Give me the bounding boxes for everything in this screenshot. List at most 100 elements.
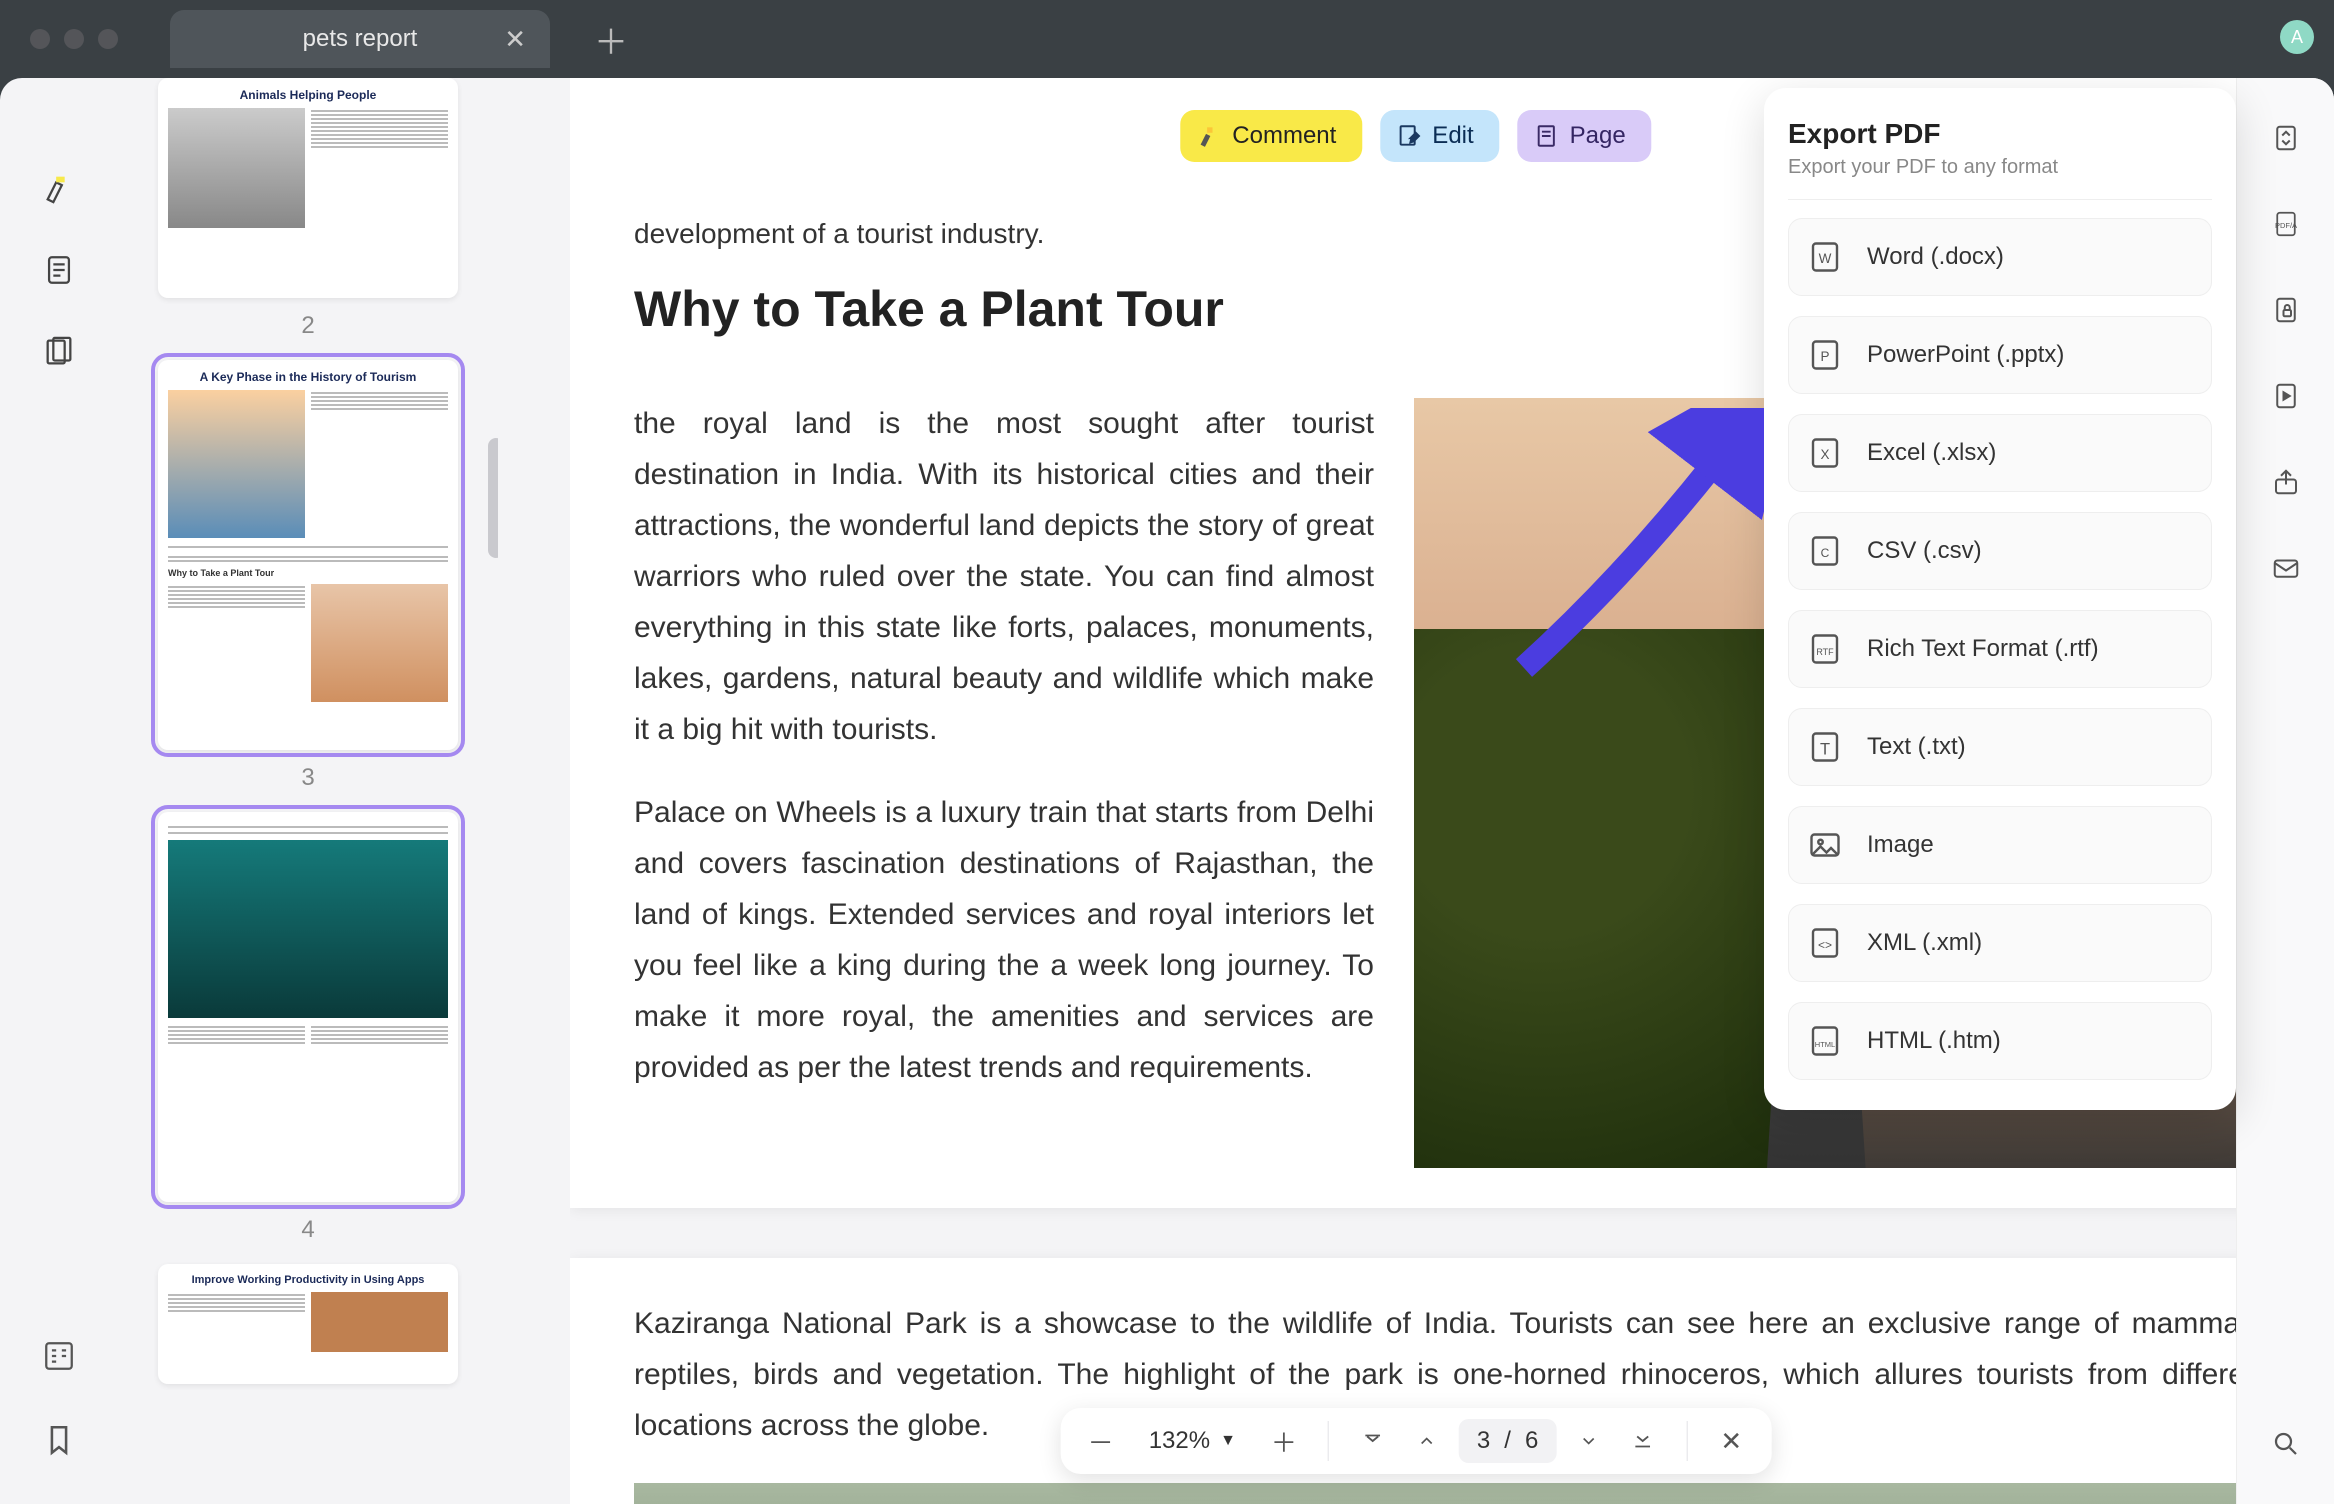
highlighter-icon [1196,123,1222,149]
page-thumbnail[interactable]: Animals Helping People 2 [158,78,458,340]
thumb-title: Improve Working Productivity in Using Ap… [168,1274,448,1286]
export-panel: Export PDF Export your PDF to any format… [1764,88,2236,1110]
svg-text:C: C [1821,546,1830,560]
export-label: XML (.xml) [1867,929,1982,957]
page-thumbnail[interactable]: Improve Working Productivity in Using Ap… [158,1264,458,1384]
prev-page-button[interactable] [1405,1419,1449,1463]
csv-icon: C [1807,533,1843,569]
export-label: Rich Text Format (.rtf) [1867,635,2099,663]
new-tab-button[interactable]: ＋ [594,15,628,64]
export-option-powerpoint[interactable]: P PowerPoint (.pptx) [1788,316,2212,394]
thumb-number: 3 [158,764,458,792]
thumbnail-panel: Animals Helping People 2 A Key Phase in … [118,78,498,1504]
search-icon[interactable] [2266,1424,2306,1464]
svg-text:PDF/A: PDF/A [2274,221,2296,230]
zoom-in-button[interactable]: ＋ [1262,1419,1306,1463]
comment-mode-button[interactable]: Comment [1180,110,1362,162]
thumb-number: 4 [158,1216,458,1244]
body-text: Palace on Wheels is a luxury train that … [634,787,1374,1093]
zoom-nav-toolbar: － 132% ▼ ＋ 3 / 6 ✕ [1061,1408,1772,1474]
first-page-button[interactable] [1351,1419,1395,1463]
annotation-arrow [1484,408,1764,713]
thumb-image [168,390,305,538]
highlighter-tool-icon[interactable] [39,168,79,208]
chevron-down-icon: ▼ [1220,1432,1236,1450]
edit-icon [1396,123,1422,149]
document-tab[interactable]: pets report ✕ [170,10,550,68]
share-icon[interactable] [2266,462,2306,502]
page-mode-button[interactable]: Page [1518,110,1652,162]
export-label: PowerPoint (.pptx) [1867,341,2064,369]
thumb-subtitle: Why to Take a Plant Tour [168,568,448,578]
export-option-image[interactable]: Image [1788,806,2212,884]
xml-icon: <> [1807,925,1843,961]
svg-text:X: X [1820,447,1829,462]
thumbnail-scrollbar[interactable] [488,438,498,558]
thumb-number: 2 [158,312,458,340]
close-tab-icon[interactable]: ✕ [504,24,526,55]
current-page: 3 [1477,1427,1490,1455]
page-sep: / [1504,1427,1511,1455]
export-label: Excel (.xlsx) [1867,439,1996,467]
export-label: Word (.docx) [1867,243,2004,271]
page-thumbnail[interactable]: 4 [158,812,458,1244]
page-organize-icon[interactable] [39,332,79,372]
export-title: Export PDF [1788,118,2212,150]
export-label: Image [1867,831,1934,859]
tab-title: pets report [303,25,418,53]
comment-label: Comment [1232,122,1336,150]
text-icon: T [1807,729,1843,765]
edit-label: Edit [1432,122,1473,150]
maximize-window-icon[interactable] [98,29,118,49]
slideshow-icon[interactable] [2266,376,2306,416]
svg-text:RTF: RTF [1816,647,1834,657]
excel-icon: X [1807,435,1843,471]
close-window-icon[interactable] [30,29,50,49]
minimize-window-icon[interactable] [64,29,84,49]
page-input[interactable]: 3 / 6 [1459,1419,1556,1463]
image-icon [1807,827,1843,863]
page-thumbnail[interactable]: A Key Phase in the History of Tourism Wh… [158,360,458,792]
thumb-title: Animals Helping People [168,88,448,102]
last-page-button[interactable] [1620,1419,1664,1463]
right-toolbar: PDF/A [2236,78,2334,1504]
export-label: HTML (.htm) [1867,1027,2001,1055]
export-option-word[interactable]: W Word (.docx) [1788,218,2212,296]
svg-text:W: W [1819,251,1832,266]
next-page-button[interactable] [1566,1419,1610,1463]
thumb-title: A Key Phase in the History of Tourism [168,370,448,384]
svg-text:<>: <> [1818,938,1832,952]
close-toolbar-button[interactable]: ✕ [1709,1419,1753,1463]
separator [1328,1421,1329,1461]
bookmark-icon[interactable] [39,1420,79,1460]
mail-icon[interactable] [2266,548,2306,588]
avatar-initial: A [2291,27,2303,48]
export-option-html[interactable]: HTML HTML (.htm) [1788,1002,2212,1080]
export-option-xml[interactable]: <> XML (.xml) [1788,904,2212,982]
export-option-txt[interactable]: T Text (.txt) [1788,708,2212,786]
pdfa-icon[interactable]: PDF/A [2266,204,2306,244]
zoom-out-button[interactable]: － [1079,1419,1123,1463]
edit-mode-button[interactable]: Edit [1380,110,1499,162]
svg-text:P: P [1820,349,1829,364]
page-icon [1534,123,1560,149]
left-toolbar [0,78,118,1504]
total-pages: 6 [1525,1427,1538,1455]
thumb-image [311,584,448,702]
body-column: the royal land is the most sought after … [634,398,1374,1168]
powerpoint-icon: P [1807,337,1843,373]
form-tool-icon[interactable] [39,250,79,290]
properties-icon[interactable] [39,1336,79,1376]
zoom-value: 132% [1149,1427,1210,1455]
thumb-image [311,1292,448,1352]
export-subtitle: Export your PDF to any format [1788,156,2212,200]
thumb-image [168,108,305,228]
export-option-csv[interactable]: C CSV (.csv) [1788,512,2212,590]
convert-icon[interactable] [2266,118,2306,158]
user-avatar[interactable]: A [2280,20,2314,54]
export-option-excel[interactable]: X Excel (.xlsx) [1788,414,2212,492]
page-label: Page [1570,122,1626,150]
zoom-level[interactable]: 132% ▼ [1133,1427,1252,1455]
protect-icon[interactable] [2266,290,2306,330]
export-option-rtf[interactable]: RTF Rich Text Format (.rtf) [1788,610,2212,688]
